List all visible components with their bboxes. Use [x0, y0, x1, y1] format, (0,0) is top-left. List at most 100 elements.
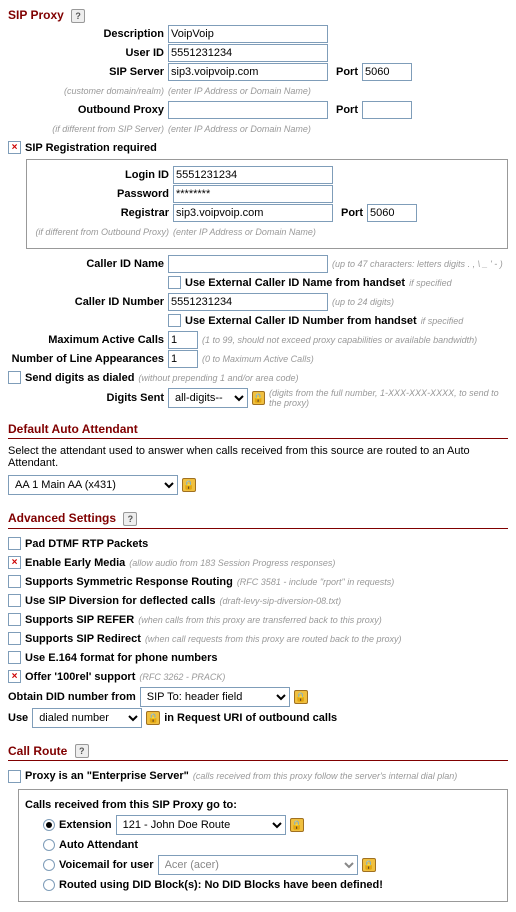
sip-redirect-label: Supports SIP Redirect: [25, 633, 141, 645]
send-digits-hint: (without prepending 1 and/or area code): [138, 373, 298, 383]
lock-icon: 🔒: [252, 391, 265, 405]
offer-100rel-hint: (RFC 3262 - PRACK): [139, 672, 225, 682]
caller-id-name-input[interactable]: [168, 255, 328, 273]
outbound-proxy-input[interactable]: [168, 101, 328, 119]
caller-id-name-label: Caller ID Name: [8, 258, 168, 270]
if-specified-hint: if specified: [409, 278, 452, 288]
sip-server-port-input[interactable]: [362, 63, 412, 81]
advanced-title: Advanced Settings: [8, 511, 116, 525]
sip-refer-checkbox[interactable]: [8, 613, 21, 626]
user-id-label: User ID: [8, 47, 168, 59]
outbound-hint-right: (enter IP Address or Domain Name): [168, 124, 311, 134]
use-ext-cid-name-label: Use External Caller ID Name from handset: [185, 277, 405, 289]
sip-redirect-checkbox[interactable]: [8, 632, 21, 645]
obtain-did-label: Obtain DID number from: [8, 691, 136, 703]
sip-server-label: SIP Server: [8, 66, 168, 78]
extension-select[interactable]: 121 - John Doe Route: [116, 815, 286, 835]
digits-sent-label: Digits Sent: [8, 392, 168, 404]
lock-icon: 🔒: [294, 690, 308, 704]
offer-100rel-label: Offer '100rel' support: [25, 671, 135, 683]
digits-sent-hint: (digits from the full number, 1-XXX-XXX-…: [269, 388, 508, 408]
lock-icon: 🔒: [290, 818, 304, 832]
sip-refer-hint: (when calls from this proxy are transfer…: [138, 615, 382, 625]
num-line-app-hint: (0 to Maximum Active Calls): [202, 354, 314, 364]
caller-id-number-input[interactable]: [168, 293, 328, 311]
lock-icon: 🔒: [146, 711, 160, 725]
registrar-label: Registrar: [33, 207, 173, 219]
outbound-proxy-port-input[interactable]: [362, 101, 412, 119]
sym-resp-hint: (RFC 3581 - include "rport" in requests): [237, 577, 394, 587]
digits-sent-select[interactable]: all-digits--: [168, 388, 248, 408]
early-media-hint: (allow audio from 183 Session Progress r…: [129, 558, 335, 568]
outbound-hint-left: (if different from SIP Server): [8, 124, 168, 134]
offer-100rel-checkbox[interactable]: ×: [8, 670, 21, 683]
num-line-app-input[interactable]: [168, 350, 198, 368]
pad-dtmf-checkbox[interactable]: [8, 537, 21, 550]
did-radio[interactable]: [43, 879, 55, 891]
caller-id-number-hint: (up to 24 digits): [332, 297, 394, 307]
enterprise-hint: (calls received from this proxy follow t…: [193, 771, 457, 781]
port-label: Port: [336, 66, 358, 78]
port-label-2: Port: [336, 104, 358, 116]
use-label-post: in Request URI of outbound calls: [164, 712, 337, 724]
send-digits-label: Send digits as dialed: [25, 372, 134, 384]
caller-id-number-label: Caller ID Number: [8, 296, 168, 308]
early-media-checkbox[interactable]: ×: [8, 556, 21, 569]
max-active-calls-label: Maximum Active Calls: [8, 334, 168, 346]
help-icon[interactable]: ?: [75, 744, 89, 758]
sip-diversion-label: Use SIP Diversion for deflected calls: [25, 595, 216, 607]
sip-diversion-checkbox[interactable]: [8, 594, 21, 607]
did-label: Routed using DID Block(s): No DID Blocks…: [59, 879, 383, 891]
password-input[interactable]: [173, 185, 333, 203]
voicemail-label: Voicemail for user: [59, 859, 154, 871]
user-id-input[interactable]: [168, 44, 328, 62]
sym-resp-checkbox[interactable]: [8, 575, 21, 588]
use-select[interactable]: dialed number: [32, 708, 142, 728]
login-id-input[interactable]: [173, 166, 333, 184]
description-input[interactable]: [168, 25, 328, 43]
extension-radio[interactable]: [43, 819, 55, 831]
max-active-calls-input[interactable]: [168, 331, 198, 349]
lock-icon: 🔒: [182, 478, 196, 492]
extension-label: Extension: [59, 819, 112, 831]
sip-redirect-hint: (when call requests from this proxy are …: [145, 634, 402, 644]
obtain-did-select[interactable]: SIP To: header field: [140, 687, 290, 707]
login-id-label: Login ID: [33, 169, 173, 181]
use-ext-cid-number-checkbox[interactable]: [168, 314, 181, 327]
registrar-input[interactable]: [173, 204, 333, 222]
sip-registration-checkbox[interactable]: ×: [8, 141, 21, 154]
pad-dtmf-label: Pad DTMF RTP Packets: [25, 538, 148, 550]
e164-label: Use E.164 format for phone numbers: [25, 652, 218, 664]
port-label-3: Port: [341, 207, 363, 219]
use-ext-cid-number-label: Use External Caller ID Number from hands…: [185, 315, 417, 327]
use-ext-cid-name-checkbox[interactable]: [168, 276, 181, 289]
password-label: Password: [33, 188, 173, 200]
caller-id-name-hint: (up to 47 characters: letters digits . ,…: [332, 259, 503, 269]
lock-icon: 🔒: [362, 858, 376, 872]
auto-attendant-desc: Select the attendant used to answer when…: [8, 445, 508, 469]
help-icon[interactable]: ?: [123, 512, 137, 526]
auto-attendant-radio[interactable]: [43, 839, 55, 851]
help-icon[interactable]: ?: [71, 9, 85, 23]
auto-attendant-radio-label: Auto Attendant: [59, 839, 138, 851]
sip-diversion-hint: (draft-levy-sip-diversion-08.txt): [220, 596, 342, 606]
registrar-hint-right: (enter IP Address or Domain Name): [173, 227, 316, 237]
send-digits-checkbox[interactable]: [8, 371, 21, 384]
registrar-port-input[interactable]: [367, 204, 417, 222]
early-media-label: Enable Early Media: [25, 557, 125, 569]
sip-server-hint-left: (customer domain/realm): [8, 86, 168, 96]
voicemail-radio[interactable]: [43, 859, 55, 871]
max-active-calls-hint: (1 to 99, should not exceed proxy capabi…: [202, 335, 477, 345]
e164-checkbox[interactable]: [8, 651, 21, 664]
sym-resp-label: Supports Symmetric Response Routing: [25, 576, 233, 588]
enterprise-label: Proxy is an "Enterprise Server": [25, 770, 189, 782]
sip-server-input[interactable]: [168, 63, 328, 81]
description-label: Description: [8, 28, 168, 40]
registrar-hint-left: (if different from Outbound Proxy): [33, 227, 173, 237]
sip-refer-label: Supports SIP REFER: [25, 614, 134, 626]
enterprise-checkbox[interactable]: [8, 770, 21, 783]
auto-attendant-select[interactable]: AA 1 Main AA (x431): [8, 475, 178, 495]
voicemail-select[interactable]: Acer (acer): [158, 855, 358, 875]
use-label-pre: Use: [8, 712, 28, 724]
if-specified-hint-2: if specified: [421, 316, 464, 326]
